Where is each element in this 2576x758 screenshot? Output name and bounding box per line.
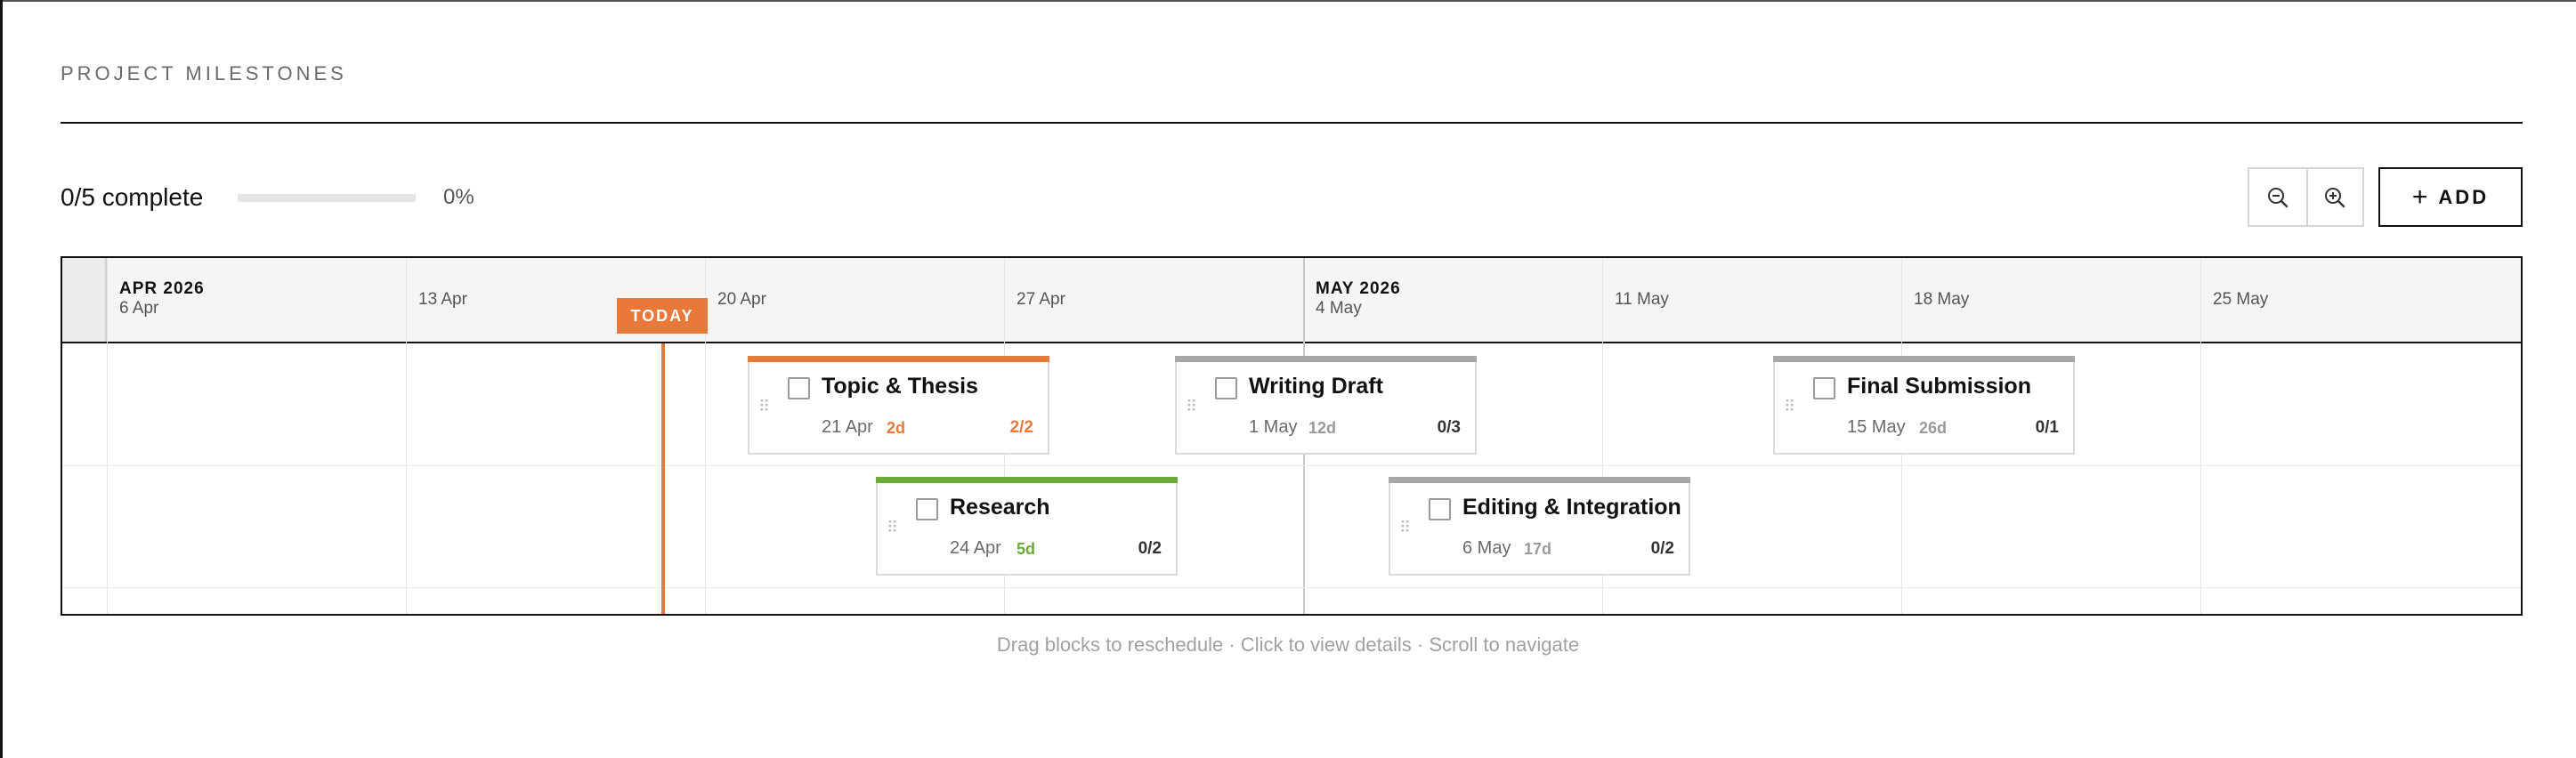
- week-label: 20 Apr: [717, 290, 766, 309]
- milestone-checkbox[interactable]: [1429, 498, 1451, 520]
- week-gridline: [2200, 258, 2201, 614]
- month-label-may: MAY 2026: [1316, 279, 1401, 298]
- zoom-out-button[interactable]: [2249, 169, 2306, 225]
- milestone-days-left: 2d: [887, 419, 906, 437]
- window-top-edge: [0, 0, 2576, 2]
- milestone-title: Topic & Thesis: [822, 374, 978, 399]
- progress-bar: [238, 194, 416, 202]
- milestone-block[interactable]: ⠿ Research 24 Apr 5d 0/2: [876, 477, 1178, 576]
- week-label: 18 May: [1914, 290, 1970, 309]
- milestone-block[interactable]: ⠿ Topic & Thesis 21 Apr 2d 2/2: [748, 356, 1049, 455]
- milestone-task-count: 0/2: [1138, 539, 1162, 558]
- drag-handle-icon[interactable]: ⠿: [1399, 520, 1411, 536]
- milestone-days-left: 17d: [1524, 540, 1552, 558]
- page-title: PROJECT MILESTONES: [61, 62, 347, 85]
- milestone-title: Research: [950, 495, 1050, 520]
- week-label: 27 Apr: [1017, 290, 1065, 309]
- week-gridline: [406, 258, 407, 614]
- week-label: 4 May: [1316, 299, 1362, 318]
- week-label: 25 May: [2213, 290, 2269, 309]
- milestone-task-count: 0/2: [1650, 539, 1674, 558]
- zoom-in-icon: [2325, 187, 2345, 207]
- milestone-block[interactable]: ⠿ Writing Draft 1 May 12d 0/3: [1175, 356, 1477, 455]
- zoom-controls: [2248, 167, 2364, 227]
- footer-hint: Drag blocks to reschedule · Click to vie…: [996, 633, 1580, 656]
- milestone-status-bar: [876, 477, 1178, 483]
- week-gridline: [107, 258, 108, 614]
- week-label: 13 Apr: [418, 290, 467, 309]
- progress-label: 0/5 complete: [61, 183, 204, 211]
- drag-handle-icon[interactable]: ⠿: [1186, 399, 1197, 415]
- milestone-block[interactable]: ⠿ Editing & Integration 6 May 17d 0/2: [1389, 477, 1690, 576]
- plus-icon: +: [2411, 181, 2428, 212]
- title-divider: [61, 122, 2523, 124]
- milestone-title: Final Submission: [1847, 374, 2031, 399]
- milestone-status-bar: [748, 356, 1049, 362]
- header-handle-column: [62, 258, 107, 342]
- milestone-date: 21 Apr: [822, 417, 873, 437]
- milestone-title: Writing Draft: [1249, 374, 1383, 399]
- milestone-title: Editing & Integration: [1462, 495, 1681, 520]
- progress-percent: 0%: [443, 185, 474, 209]
- milestone-task-count: 0/3: [1437, 418, 1461, 437]
- milestone-status-bar: [1175, 356, 1477, 362]
- drag-handle-icon[interactable]: ⠿: [758, 399, 770, 415]
- milestone-days-left: 5d: [1017, 540, 1036, 558]
- milestone-checkbox[interactable]: [1813, 377, 1835, 399]
- add-button-label: ADD: [2438, 185, 2490, 208]
- milestone-days-left: 12d: [1308, 419, 1337, 437]
- zoom-in-button[interactable]: [2305, 169, 2363, 225]
- month-label-apr: APR 2026: [119, 279, 205, 298]
- milestone-status-bar: [1773, 356, 2075, 362]
- milestone-task-count: 2/2: [1009, 418, 1033, 437]
- milestone-block[interactable]: ⠿ Final Submission 15 May 26d 0/1: [1773, 356, 2075, 455]
- milestone-date: 15 May: [1847, 417, 1906, 437]
- milestone-task-count: 0/1: [2035, 418, 2059, 437]
- week-label: 6 Apr: [119, 299, 159, 318]
- week-label: 11 May: [1615, 290, 1669, 309]
- today-badge: TODAY: [617, 298, 708, 334]
- milestone-checkbox[interactable]: [788, 377, 810, 399]
- zoom-out-icon: [2267, 187, 2288, 207]
- row-divider: [62, 465, 2521, 466]
- row-divider: [62, 587, 2521, 588]
- milestone-checkbox[interactable]: [916, 498, 938, 520]
- drag-handle-icon[interactable]: ⠿: [887, 520, 898, 536]
- milestone-date: 1 May: [1249, 417, 1298, 437]
- drag-handle-icon[interactable]: ⠿: [1784, 399, 1795, 415]
- milestone-checkbox[interactable]: [1215, 377, 1237, 399]
- milestone-date: 24 Apr: [950, 538, 1001, 558]
- add-milestone-button[interactable]: + ADD: [2378, 167, 2523, 227]
- milestone-date: 6 May: [1462, 538, 1511, 558]
- timeline-grid[interactable]: APR 2026 MAY 2026 6 Apr 13 Apr 20 Apr 27…: [61, 256, 2523, 616]
- milestone-days-left: 26d: [1919, 419, 1948, 437]
- milestone-status-bar: [1389, 477, 1690, 483]
- today-marker-line: [661, 343, 665, 614]
